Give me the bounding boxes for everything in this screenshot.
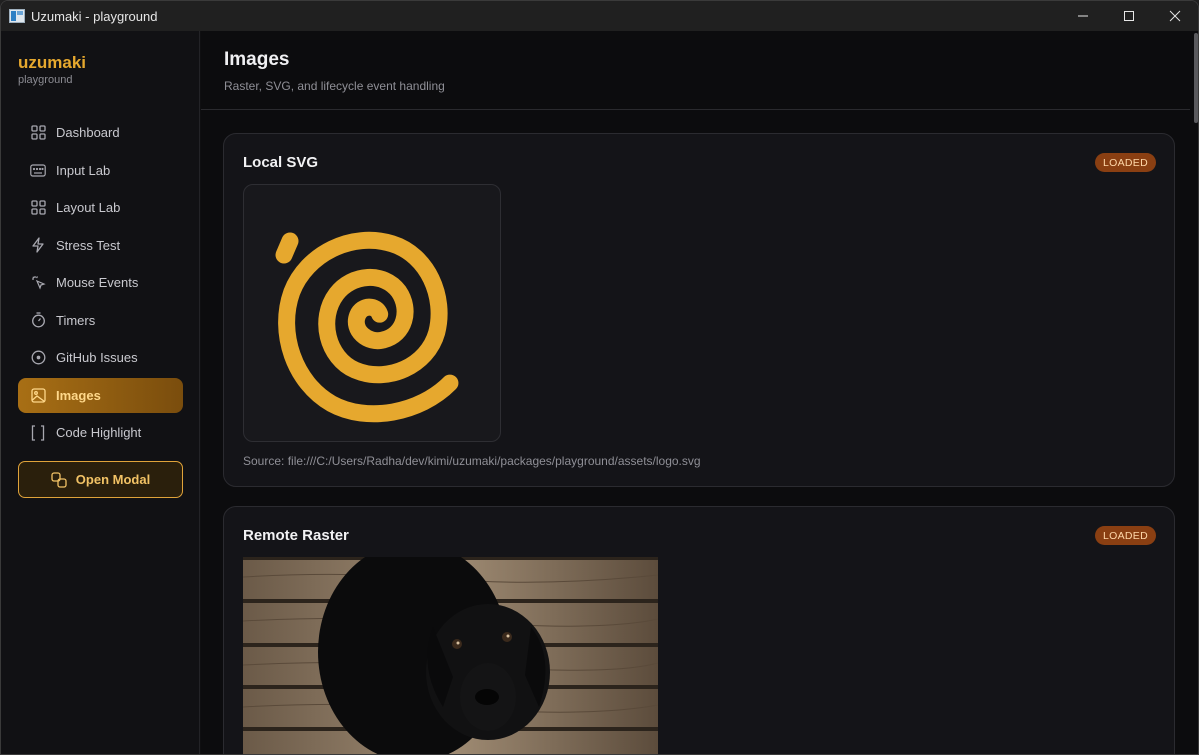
sidebar-item-input-lab[interactable]: Input Lab [18,153,183,188]
open-modal-button[interactable]: Open Modal [18,461,183,498]
sidebar-item-label: Stress Test [56,237,121,253]
issue-circle-icon [30,350,46,366]
layout-icon [30,200,46,216]
sidebar-item-label: GitHub Issues [56,350,138,365]
close-button[interactable] [1152,1,1198,31]
sidebar-item-label: Timers [56,312,96,328]
scrollbar[interactable] [1194,33,1198,123]
stopwatch-icon [30,312,46,328]
image-icon [30,387,46,403]
brand-name: uzumaki [18,53,87,72]
page-subtitle: Raster, SVG, and lifecycle event handlin… [224,79,445,93]
sidebar-item-timers[interactable]: Timers [18,303,183,338]
sidebar-item-stress-test[interactable]: Stress Test [18,228,183,263]
page-header: Images Raster, SVG, and lifecycle event … [201,31,1190,110]
minimize-icon [1078,15,1088,17]
status-badge: LOADED [1095,526,1156,545]
page-title: Images [224,49,290,70]
sidebar-item-images[interactable]: Images [18,377,183,413]
svg-image-frame [243,184,501,442]
close-icon [1169,10,1181,22]
open-modal-label: Open Modal [75,472,151,487]
main-content: Images Raster, SVG, and lifecycle event … [201,31,1198,754]
maximize-icon [1124,11,1134,21]
app-icon [9,9,25,23]
sidebar-nav: Dashboard Input Lab Layout Lab Stress Te… [18,115,183,453]
local-svg-card: Local SVG LOADED Source: file:///C:/User… [223,133,1175,487]
app-window: Uzumaki - playground uzumaki playground … [0,0,1199,755]
brand-subtitle: playground [18,74,73,86]
sidebar-item-label: Mouse Events [56,275,139,290]
sidebar-item-dashboard[interactable]: Dashboard [18,115,183,150]
remote-raster-card: Remote Raster LOADED [223,506,1175,754]
sidebar-item-label: Input Lab [56,162,111,178]
pointer-click-icon [30,275,46,291]
card-title: Local SVG [243,154,319,171]
grid-icon [30,125,46,141]
title-bar[interactable]: Uzumaki - playground [1,1,1198,31]
keyboard-icon [30,162,46,178]
sidebar-item-layout-lab[interactable]: Layout Lab [18,190,183,225]
sidebar-item-label: Layout Lab [56,200,121,215]
status-badge: LOADED [1095,153,1156,172]
minimize-button[interactable] [1060,1,1106,31]
brackets-icon [30,424,46,441]
sidebar-item-code-highlight[interactable]: Code Highlight [18,415,183,450]
sidebar-item-label: Images [56,387,101,403]
image-source-text: Source: file:///C:/Users/Radha/dev/kimi/… [243,454,701,468]
sidebar-item-label: Code Highlight [56,425,142,440]
bolt-icon [30,237,46,253]
link-squares-icon [51,471,67,488]
card-title: Remote Raster [243,527,349,544]
dog-photo-image [243,557,658,754]
sidebar-item-label: Dashboard [56,125,120,140]
sidebar-item-mouse-events[interactable]: Mouse Events [18,265,183,300]
sidebar: uzumaki playground Dashboard Input Lab L… [1,31,200,754]
sidebar-item-github-issues[interactable]: GitHub Issues [18,340,183,375]
maximize-button[interactable] [1106,1,1152,31]
window-title: Uzumaki - playground [31,8,158,24]
spiral-logo-image [275,231,459,423]
